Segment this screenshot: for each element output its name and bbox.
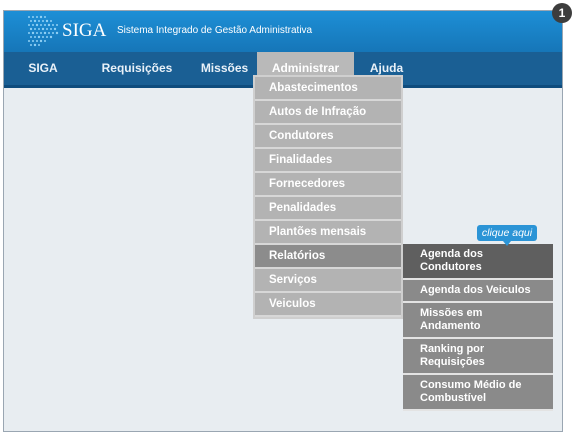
menu-item-condutores[interactable]: Condutores <box>255 125 401 149</box>
click-here-tooltip: clique aqui <box>477 225 537 246</box>
submenu-item-consumo-medio-de-combustivel[interactable]: Consumo Médio de Combustível <box>403 375 553 411</box>
logo-dots-icon <box>28 15 59 47</box>
siga-logo[interactable]: SIGA <box>26 13 110 48</box>
menu-item-veiculos[interactable]: Veiculos <box>255 293 401 317</box>
submenu-item-missoes-em-andamento[interactable]: Missões em Andamento <box>403 303 553 339</box>
administrar-dropdown: Abastecimentos Autos de Infração Conduto… <box>253 75 403 319</box>
nav-item-siga[interactable]: SIGA <box>4 52 82 85</box>
submenu-item-ranking-por-requisicoes[interactable]: Ranking por Requisições <box>403 339 553 375</box>
system-name: Sistema Integrado de Gestão Administrati… <box>117 25 313 36</box>
menu-item-servicos[interactable]: Serviços <box>255 269 401 293</box>
nav-item-requisicoes[interactable]: Requisições <box>82 52 192 85</box>
submenu-item-agenda-dos-condutores[interactable]: Agenda dos Condutores <box>403 244 553 280</box>
header-bar: SIGA Sistema Integrado de Gestão Adminis… <box>4 11 562 52</box>
menu-item-fornecedores[interactable]: Fornecedores <box>255 173 401 197</box>
menu-item-autos-de-infracao[interactable]: Autos de Infração <box>255 101 401 125</box>
menu-item-relatorios[interactable]: Relatórios <box>255 245 401 269</box>
logo-text: SIGA <box>62 20 107 41</box>
nav-item-missoes[interactable]: Missões <box>192 52 257 85</box>
menu-item-plantoes-mensais[interactable]: Plantões mensais <box>255 221 401 245</box>
relatorios-submenu: Agenda dos Condutores Agenda dos Veiculo… <box>403 244 553 411</box>
menu-item-penalidades[interactable]: Penalidades <box>255 197 401 221</box>
menu-item-abastecimentos[interactable]: Abastecimentos <box>255 77 401 101</box>
tooltip-pointer <box>503 241 511 246</box>
submenu-item-agenda-dos-veiculos[interactable]: Agenda dos Veiculos <box>403 280 553 303</box>
step-number-badge: 1 <box>552 3 572 23</box>
menu-item-finalidades[interactable]: Finalidades <box>255 149 401 173</box>
tooltip-text: clique aqui <box>481 227 533 239</box>
